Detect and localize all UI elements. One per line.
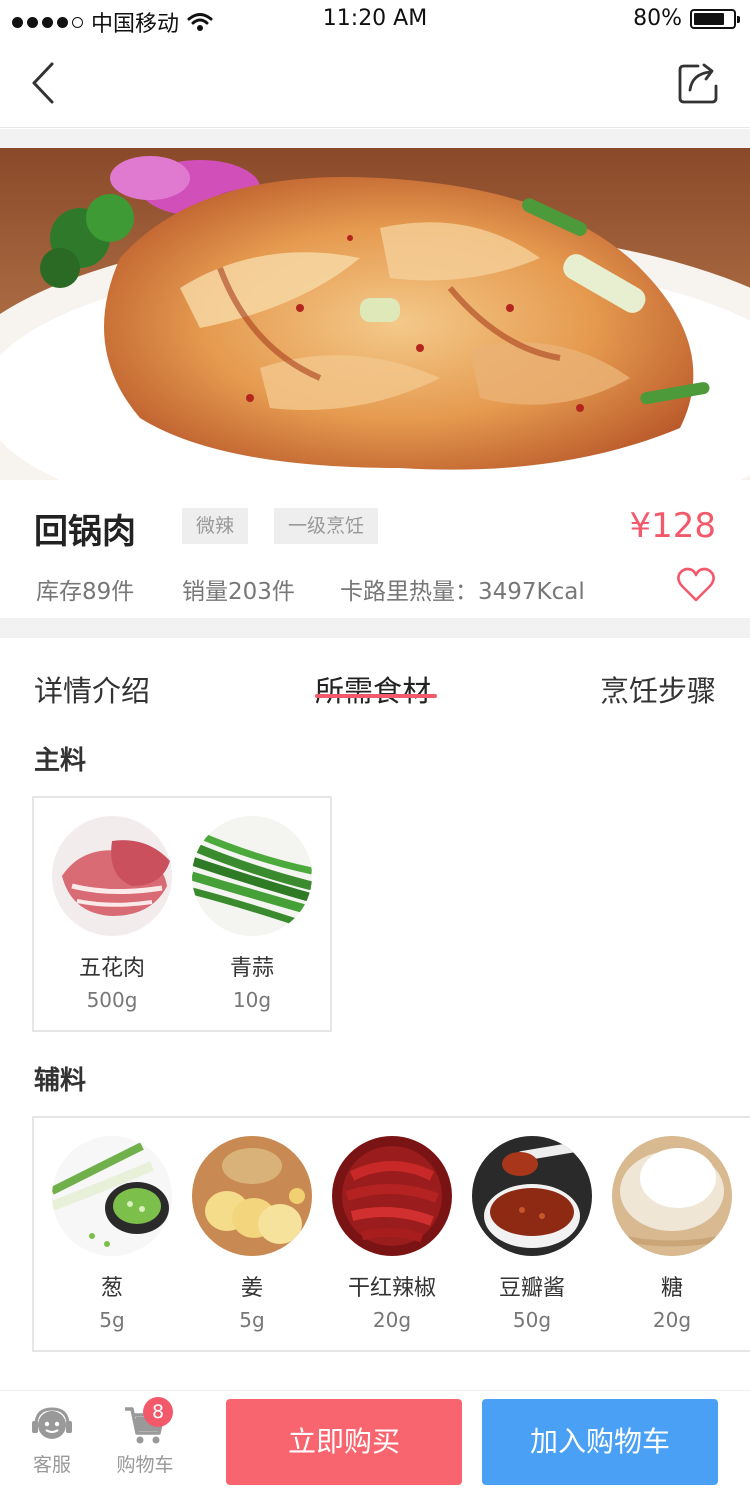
customer-service-button[interactable]: 客服 xyxy=(24,1405,80,1477)
heart-outline-icon xyxy=(677,567,715,602)
battery-percent: 80% xyxy=(633,6,682,31)
ingredient-name: 姜 xyxy=(240,1276,263,1301)
green-garlic-image xyxy=(192,816,312,936)
customer-service-icon xyxy=(32,1407,72,1439)
sugar-image xyxy=(612,1136,732,1256)
pork-belly-image xyxy=(52,816,172,936)
ingredient-amount: 20g xyxy=(372,1308,412,1332)
ingredient-name: 糖 xyxy=(660,1276,683,1301)
ingredient-amount: 50g xyxy=(512,1308,552,1332)
cart-count-badge: 8 xyxy=(143,1397,173,1427)
active-tab-indicator xyxy=(315,694,437,698)
bean-paste-image xyxy=(472,1136,592,1256)
ingredient-amount: 5g xyxy=(99,1308,125,1332)
battery-level xyxy=(694,12,725,25)
status-right: 80% xyxy=(633,6,740,31)
customer-service-label: 客服 xyxy=(32,1454,71,1476)
cart-label: 购物车 xyxy=(116,1454,174,1476)
sales-count: 销量203件 xyxy=(182,579,295,605)
ingredient-name: 五花肉 xyxy=(78,956,145,981)
ingredient-amount: 10g xyxy=(232,988,272,1012)
ingredient-name: 干红辣椒 xyxy=(347,1276,436,1301)
share-button[interactable] xyxy=(676,60,722,106)
ingredient-item[interactable]: 青蒜 10g xyxy=(182,816,322,1012)
battery-icon xyxy=(690,8,740,29)
chevron-left-icon xyxy=(32,62,54,104)
status-bar: 中国移动 11:20 AM 80% xyxy=(0,0,750,40)
ingredient-name: 葱 xyxy=(100,1276,123,1301)
scallion-image xyxy=(52,1136,172,1256)
ingredient-item[interactable]: 豆瓣酱 50g xyxy=(462,1136,602,1332)
ingredient-amount: 500g xyxy=(86,988,138,1012)
ingredient-item[interactable]: 干红辣椒 20g xyxy=(322,1136,462,1332)
price: ¥128 xyxy=(629,506,716,546)
back-button[interactable] xyxy=(22,58,66,108)
share-icon xyxy=(678,63,718,104)
tab-steps[interactable]: 烹饪步骤 xyxy=(600,668,716,710)
tab-details[interactable]: 详情介绍 xyxy=(34,668,150,710)
buy-now-button[interactable]: 立即购买 xyxy=(226,1399,462,1485)
cart-button[interactable]: 8 购物车 xyxy=(112,1397,178,1477)
tab-ingredients[interactable]: 所需食材 xyxy=(315,668,431,710)
nav-bar xyxy=(0,40,750,128)
tab-bar: 详情介绍 所需食材 烹饪步骤 xyxy=(0,638,750,728)
ginger-image xyxy=(192,1136,312,1256)
divider xyxy=(0,618,750,638)
spice-tag: 微辣 xyxy=(182,508,249,544)
main-ingredients-box: 五花肉 500g 青蒜 10g xyxy=(32,796,332,1032)
main-ingredients-title: 主料 xyxy=(34,746,87,776)
add-to-cart-button[interactable]: 加入购物车 xyxy=(482,1399,718,1485)
difficulty-tag: 一级烹饪 xyxy=(274,508,379,544)
dish-photo xyxy=(0,148,750,480)
side-ingredients-box: 葱 5g 姜 5g 干红辣椒 20g 豆瓣酱 50g 糖 20g xyxy=(32,1116,750,1352)
dried-chili-image xyxy=(332,1136,452,1256)
favorite-button[interactable] xyxy=(676,566,716,604)
ingredient-item[interactable]: 葱 5g xyxy=(42,1136,182,1332)
ingredient-name: 青蒜 xyxy=(229,956,274,981)
ingredient-amount: 5g xyxy=(239,1308,265,1332)
calories: 卡路里热量：3497Kcal xyxy=(340,579,585,605)
divider xyxy=(0,129,750,148)
ingredient-item[interactable]: 姜 5g xyxy=(182,1136,322,1332)
dish-name: 回锅肉 xyxy=(34,512,136,552)
side-ingredients-title: 辅料 xyxy=(34,1066,87,1096)
stock-count: 库存89件 xyxy=(36,579,135,605)
ingredient-name: 豆瓣酱 xyxy=(498,1276,565,1301)
product-info: 回锅肉 微辣 一级烹饪 ¥128 库存89件 销量203件 卡路里热量：3497… xyxy=(0,480,750,618)
ingredient-item[interactable]: 五花肉 500g xyxy=(42,816,182,1012)
ingredient-amount: 20g xyxy=(652,1308,692,1332)
ingredient-item[interactable]: 糖 20g xyxy=(602,1136,742,1332)
bottom-action-bar: 客服 8 购物车 立即购买 加入购物车 xyxy=(0,1390,750,1492)
